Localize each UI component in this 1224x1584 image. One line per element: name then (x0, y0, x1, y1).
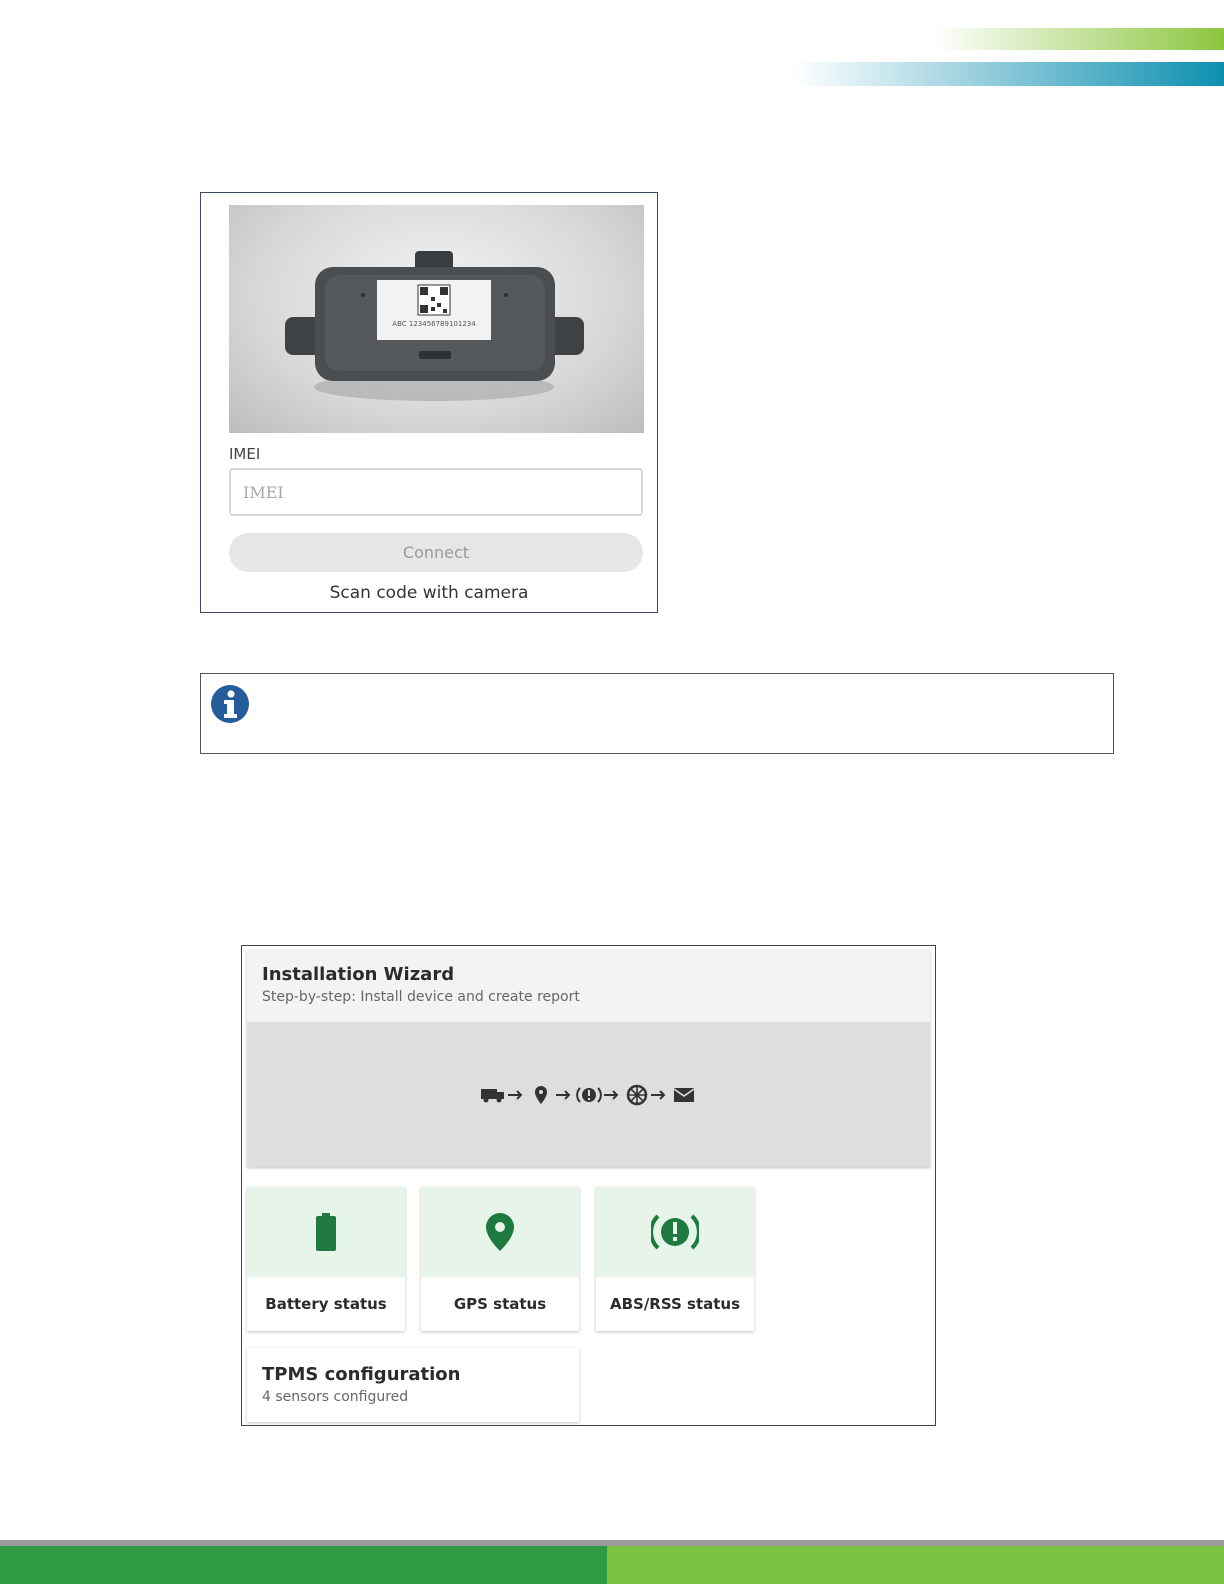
device-label-text: ABC 123456789101234 (392, 320, 476, 328)
scan-code-link[interactable]: Scan code with camera (201, 583, 657, 603)
wheel-icon (626, 1084, 647, 1106)
connect-button[interactable]: Connect (229, 533, 643, 572)
wizard-flow (247, 1084, 930, 1111)
brake-warning-icon (651, 1214, 699, 1250)
device-photo: ABC 123456789101234 (229, 205, 644, 433)
imei-connect-screenshot: ABC 123456789101234 IMEI Connect Scan co… (200, 192, 658, 613)
location-pin-icon (534, 1086, 547, 1104)
footer-dark-green-bar (0, 1546, 607, 1584)
location-pin-icon (486, 1213, 514, 1251)
wizard-flow-panel (247, 1022, 930, 1167)
battery-status-tile[interactable]: Battery status (247, 1187, 405, 1331)
wizard-subtitle: Step-by-step: Install device and create … (262, 989, 580, 1005)
gps-status-icon-area (421, 1187, 579, 1277)
imei-input[interactable] (229, 468, 643, 516)
gps-status-tile[interactable]: GPS status (421, 1187, 579, 1331)
battery-status-icon-area (247, 1187, 405, 1277)
info-note-box (200, 673, 1114, 754)
battery-status-label: Battery status (265, 1295, 387, 1313)
header-green-stripe (934, 28, 1224, 50)
arrow-right-icon (555, 1090, 570, 1100)
footer-light-green-bar (607, 1546, 1224, 1584)
imei-field-label: IMEI (229, 445, 261, 463)
abs-rss-status-tile[interactable]: ABS/RSS status (596, 1187, 754, 1331)
tpms-subtitle: 4 sensors configured (262, 1389, 409, 1405)
truck-icon (480, 1089, 504, 1103)
tpms-configuration-card[interactable]: TPMS configuration 4 sensors configured (247, 1348, 579, 1422)
wizard-header: Installation Wizard Step-by-step: Instal… (247, 950, 930, 1022)
installation-wizard-screenshot: Installation Wizard Step-by-step: Instal… (241, 945, 936, 1426)
gps-status-label: GPS status (453, 1295, 547, 1313)
brake-warning-icon (575, 1087, 602, 1103)
tpms-title: TPMS configuration (262, 1364, 461, 1385)
abs-rss-status-label: ABS/RSS status (609, 1295, 741, 1313)
battery-icon (316, 1213, 336, 1251)
wizard-title: Installation Wizard (262, 964, 455, 985)
envelope-icon (673, 1088, 694, 1102)
abs-rss-status-icon-area (596, 1187, 754, 1277)
header-blue-stripe (794, 62, 1224, 86)
info-icon (211, 685, 249, 723)
arrow-right-icon (650, 1090, 665, 1100)
installation-wizard-card[interactable]: Installation Wizard Step-by-step: Instal… (247, 950, 930, 1167)
arrow-right-icon (507, 1090, 522, 1100)
arrow-right-icon (603, 1090, 618, 1100)
